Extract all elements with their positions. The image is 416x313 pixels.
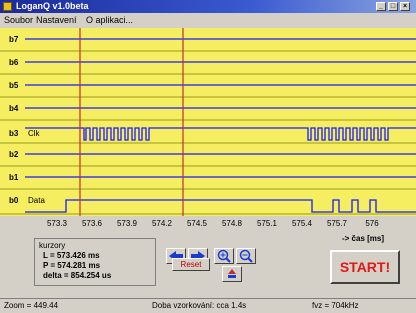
tick-label: 575.1 xyxy=(256,219,278,228)
cursor-L-value: L = 573.426 ms xyxy=(43,251,100,260)
waveform-canvas xyxy=(0,28,416,216)
reset-button[interactable]: Reset xyxy=(172,258,210,271)
status-zoom: Zoom = 449.44 xyxy=(4,301,59,310)
lane-name-clk: Clk xyxy=(28,129,40,138)
signal-clk xyxy=(25,127,416,141)
zoom-in-button[interactable] xyxy=(214,248,234,264)
lane-label-b6: b6 xyxy=(9,58,19,67)
lane-label-b4: b4 xyxy=(9,104,19,113)
lane-label-b3: b3 xyxy=(9,129,19,138)
tick-label: 574.2 xyxy=(151,219,173,228)
time-axis: 573.3 573.6 573.9 574.2 574.5 574.8 575.… xyxy=(0,218,416,232)
lane-label-b1: b1 xyxy=(9,173,19,182)
lane-label-b5: b5 xyxy=(9,81,19,90)
window-title: LoganQ v1.0beta xyxy=(16,1,89,11)
close-button[interactable]: × xyxy=(400,2,410,11)
minimize-button[interactable]: _ xyxy=(376,2,386,11)
lane-label-b7: b7 xyxy=(9,35,19,44)
tick-label: 573.6 xyxy=(81,219,103,228)
lane-label-b0: b0 xyxy=(9,196,19,205)
tick-label: 573.9 xyxy=(116,219,138,228)
tick-label: 575.4 xyxy=(291,219,313,228)
tick-label: 574.8 xyxy=(221,219,243,228)
tick-label: 574.5 xyxy=(186,219,208,228)
tick-label: 576 xyxy=(365,219,379,228)
cursor-panel: kurzory L = 573.426 ms P = 574.281 ms de… xyxy=(34,238,156,286)
menu-bar: Soubor Nastavení O aplikaci... xyxy=(0,14,416,26)
menu-nastaveni[interactable]: Nastavení xyxy=(36,15,77,25)
zoom-out-button[interactable] xyxy=(236,248,256,264)
tick-label: 573.3 xyxy=(46,219,68,228)
status-frequency: fvz = 704kHz xyxy=(312,301,359,310)
cursor-marker-button[interactable] xyxy=(222,266,242,282)
menu-soubor[interactable]: Soubor xyxy=(4,15,33,25)
title-bar: LoganQ v1.0beta _ □ × xyxy=(0,0,416,13)
tick-label: 575.7 xyxy=(326,219,348,228)
waveform-area[interactable]: b7 b6 b5 b4 b3 Clk b2 b1 b0 Data xyxy=(0,28,416,216)
app-icon xyxy=(3,2,12,11)
lane-label-b2: b2 xyxy=(9,150,19,159)
cursor-panel-title: kurzory xyxy=(39,241,66,250)
zoom-in-icon xyxy=(217,249,231,263)
zoom-out-icon xyxy=(239,249,253,263)
status-bar: Zoom = 449.44 Doba vzorkování: cca 1.4s … xyxy=(0,298,416,313)
status-sampling: Doba vzorkování: cca 1.4s xyxy=(152,301,247,310)
lane-name-data: Data xyxy=(28,196,45,205)
axis-unit-label: -> čas [ms] xyxy=(342,234,385,243)
cursor-marker-icon xyxy=(228,269,236,278)
cursor-delta-value: delta = 854.254 us xyxy=(43,271,112,280)
start-button[interactable]: START! xyxy=(330,250,400,284)
menu-o-aplikaci[interactable]: O aplikaci... xyxy=(86,15,133,25)
signal-data xyxy=(25,199,416,213)
cursor-P-value: P = 574.281 ms xyxy=(43,261,101,270)
maximize-button[interactable]: □ xyxy=(388,2,398,11)
